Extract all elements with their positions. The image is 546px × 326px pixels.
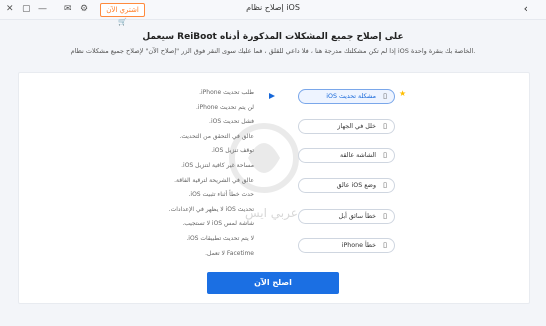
page-heading: سيعمل ReiBoot على إصلاح جميع المشكلات ال…: [142, 32, 404, 42]
screen-icon: ▯: [383, 151, 387, 159]
issue-item: عالق في الشريحة لترقية الفاقة.: [174, 176, 254, 184]
play-arrow-icon: [269, 93, 275, 99]
option-phone[interactable]: خلل في الجهاز ▯: [298, 119, 395, 134]
option-apple-driver[interactable]: خطأ سائق أبل ▯: [298, 209, 395, 224]
issue-item: تحديث iOS لا يظهر في الإعدادات.: [168, 205, 254, 213]
buy-now-button[interactable]: اشتري الآن 🛒: [100, 3, 145, 26]
title-bar: ‹ إصلاح نظام iOS ✕ ▢ — ✉ ⚙ اشتري الآن 🛒: [0, 0, 546, 26]
watermark-logo-icon: [229, 123, 299, 193]
maximize-icon[interactable]: ▢: [22, 3, 31, 15]
issue-item: مساحة غير كافية لتنزيل iOS.: [181, 162, 254, 169]
issue-item: طلب تحديث iPhone.: [199, 89, 254, 96]
option-label: خطأ سائق أبل: [338, 213, 376, 220]
issue-item: شاشة لمس iOS لا تستجيب.: [182, 220, 254, 228]
option-label: iOS مشكلة تحديث: [326, 93, 376, 100]
fix-now-button[interactable]: اصلح الآن: [207, 272, 339, 294]
page-subheading: إذا لم تكن مشكلتك مدرجة هنا ، فلا داعي ل…: [70, 47, 476, 55]
issue-item: عالق في التحقق من التحديث.: [179, 132, 254, 140]
option-iphone-error[interactable]: iPhone خطأ ▯: [298, 238, 395, 253]
minimize-icon[interactable]: —: [38, 3, 47, 15]
option-label: الشاشة عالقة: [339, 152, 376, 159]
phone-icon: ▯: [383, 122, 387, 130]
chat-icon[interactable]: ✉: [64, 3, 72, 15]
issue-item: حدث خطأ أثناء تثبيت iOS.: [188, 191, 254, 199]
issue-item: Facetime لا تعمل.: [205, 249, 254, 257]
close-icon[interactable]: ✕: [6, 3, 14, 15]
issue-item: فشل تحديث iOS.: [209, 118, 254, 126]
option-label: عالق iOS وضع: [336, 182, 376, 189]
option-label: iPhone خطأ: [341, 242, 376, 249]
option-ios-mode[interactable]: عالق iOS وضع ▯: [298, 178, 395, 193]
ios-icon: ▯: [383, 92, 387, 100]
issue-item: لا يتم تحديث تطبيقات iOS.: [186, 235, 254, 242]
iphone-error-icon: ▯: [383, 241, 387, 249]
issue-item: لن يتم تحديث iPhone.: [195, 103, 254, 111]
star-icon: ★: [399, 89, 407, 98]
apple-driver-icon: ▯: [383, 212, 387, 220]
option-ios[interactable]: iOS مشكلة تحديث ▯: [298, 89, 395, 104]
settings-icon[interactable]: ⚙: [80, 3, 88, 15]
ios-mode-icon: ▯: [383, 181, 387, 189]
issue-item: توقف تنزيل iOS.: [211, 147, 254, 155]
option-screen[interactable]: الشاشة عالقة ▯: [298, 148, 395, 163]
option-label: خلل في الجهاز: [337, 123, 376, 130]
